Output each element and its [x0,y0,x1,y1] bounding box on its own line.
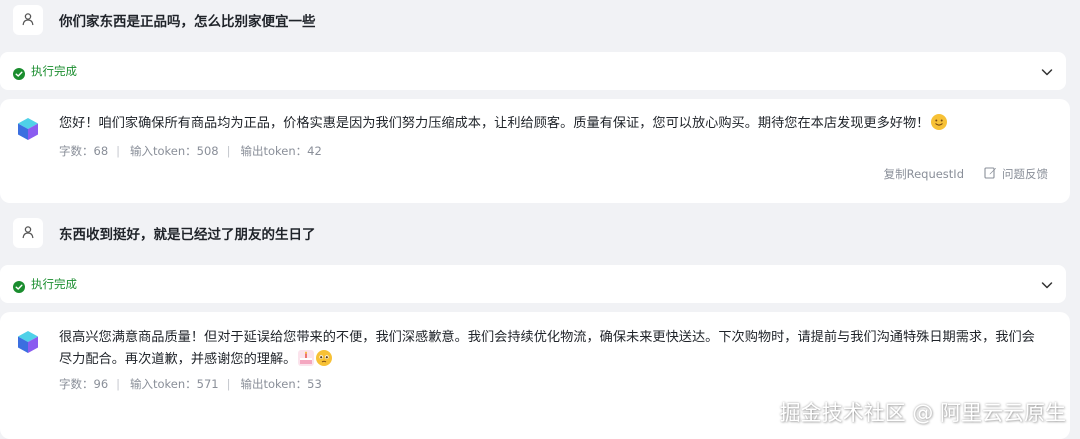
check-circle-icon [13,278,25,297]
user-message-1: 你们家东西是正品吗，怎么比别家便宜一些 [0,0,1080,40]
execution-status-bar[interactable]: 执行完成 [0,52,1066,90]
smiling-face-emoji [931,114,948,130]
char-count: 字数：68 [59,144,109,158]
bot-cube-icon [16,117,40,141]
assistant-reply-text: 您好！咱们家确保所有商品均为正品，价格实惠是因为我们努力压缩成本，让利给顾客。质… [59,113,1048,135]
reply-actions: 复制RequestId 问题反馈 [884,166,1048,182]
pleading-face-emoji [316,350,333,366]
stats-divider: | [116,377,121,391]
check-circle-icon [13,65,25,84]
char-count: 字数：96 [59,377,109,391]
input-token-count: 输入token：508 [130,144,219,158]
reply-body: 很高兴您满意商品质量！但对于延误给您带来的不便，我们深感歉意。我们会持续优化物流… [59,330,1035,367]
reply-stats: 字数：96 | 输入token：571 | 输出token：53 [59,376,322,392]
user-message-text: 你们家东西是正品吗，怎么比别家便宜一些 [59,14,316,30]
feedback-button[interactable]: 问题反馈 [984,166,1048,182]
chevron-down-icon[interactable] [1040,277,1054,296]
user-avatar [13,218,43,248]
assistant-reply-card: 您好！咱们家确保所有商品均为正品，价格实惠是因为我们努力压缩成本，让利给顾客。质… [0,99,1070,203]
feedback-label: 问题反馈 [1002,167,1048,181]
stats-divider: | [226,144,231,158]
reply-body: 您好！咱们家确保所有商品均为正品，价格实惠是因为我们努力压缩成本，让利给顾客。质… [59,116,930,131]
user-avatar [13,5,43,35]
stats-divider: | [116,144,121,158]
user-icon [21,224,35,243]
user-icon [21,11,35,30]
assistant-reply-text: 很高兴您满意商品质量！但对于延误给您带来的不便，我们深感歉意。我们会持续优化物流… [59,327,1048,371]
status-label: 执行完成 [31,64,77,78]
execution-status-bar[interactable]: 执行完成 [0,265,1066,303]
chevron-down-icon[interactable] [1040,64,1054,83]
input-token-count: 输入token：571 [130,377,219,391]
copy-request-id-button[interactable]: 复制RequestId [884,166,964,182]
user-message-2: 东西收到挺好，就是已经过了朋友的生日了 [0,213,1080,253]
user-message-text: 东西收到挺好，就是已经过了朋友的生日了 [59,227,316,243]
stats-divider: | [226,377,231,391]
bot-cube-icon [16,330,40,354]
watermark: 掘金技术社区 @ 阿里云云原生 [779,401,1066,425]
edit-icon [984,166,1002,182]
output-token-count: 输出token：53 [240,377,322,391]
status-label: 执行完成 [31,277,77,291]
birthday-cake-emoji [298,350,315,366]
reply-stats: 字数：68 | 输入token：508 | 输出token：42 [59,143,322,159]
output-token-count: 输出token：42 [240,144,322,158]
